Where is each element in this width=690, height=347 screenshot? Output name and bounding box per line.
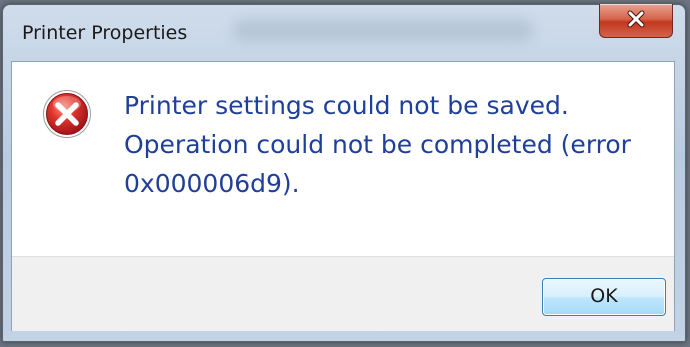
error-icon	[43, 90, 91, 138]
error-message: Printer settings could not be saved. Ope…	[124, 86, 672, 203]
error-message-line: 0x000006d9).	[124, 169, 300, 198]
close-button[interactable]	[599, 4, 673, 38]
window-title: Printer Properties	[22, 22, 188, 44]
title-bar[interactable]: Printer Properties	[3, 4, 685, 61]
title-bar-glass	[233, 19, 533, 41]
ok-button[interactable]: OK	[542, 278, 666, 316]
button-bar: OK	[12, 256, 674, 331]
error-message-line: Operation could not be completed (error	[124, 130, 631, 159]
error-message-line: Printer settings could not be saved.	[124, 91, 569, 120]
dialog-content: Printer settings could not be saved. Ope…	[11, 61, 675, 331]
close-icon	[627, 10, 645, 28]
dialog-window: Printer Properties Printer settings coul…	[2, 4, 686, 342]
